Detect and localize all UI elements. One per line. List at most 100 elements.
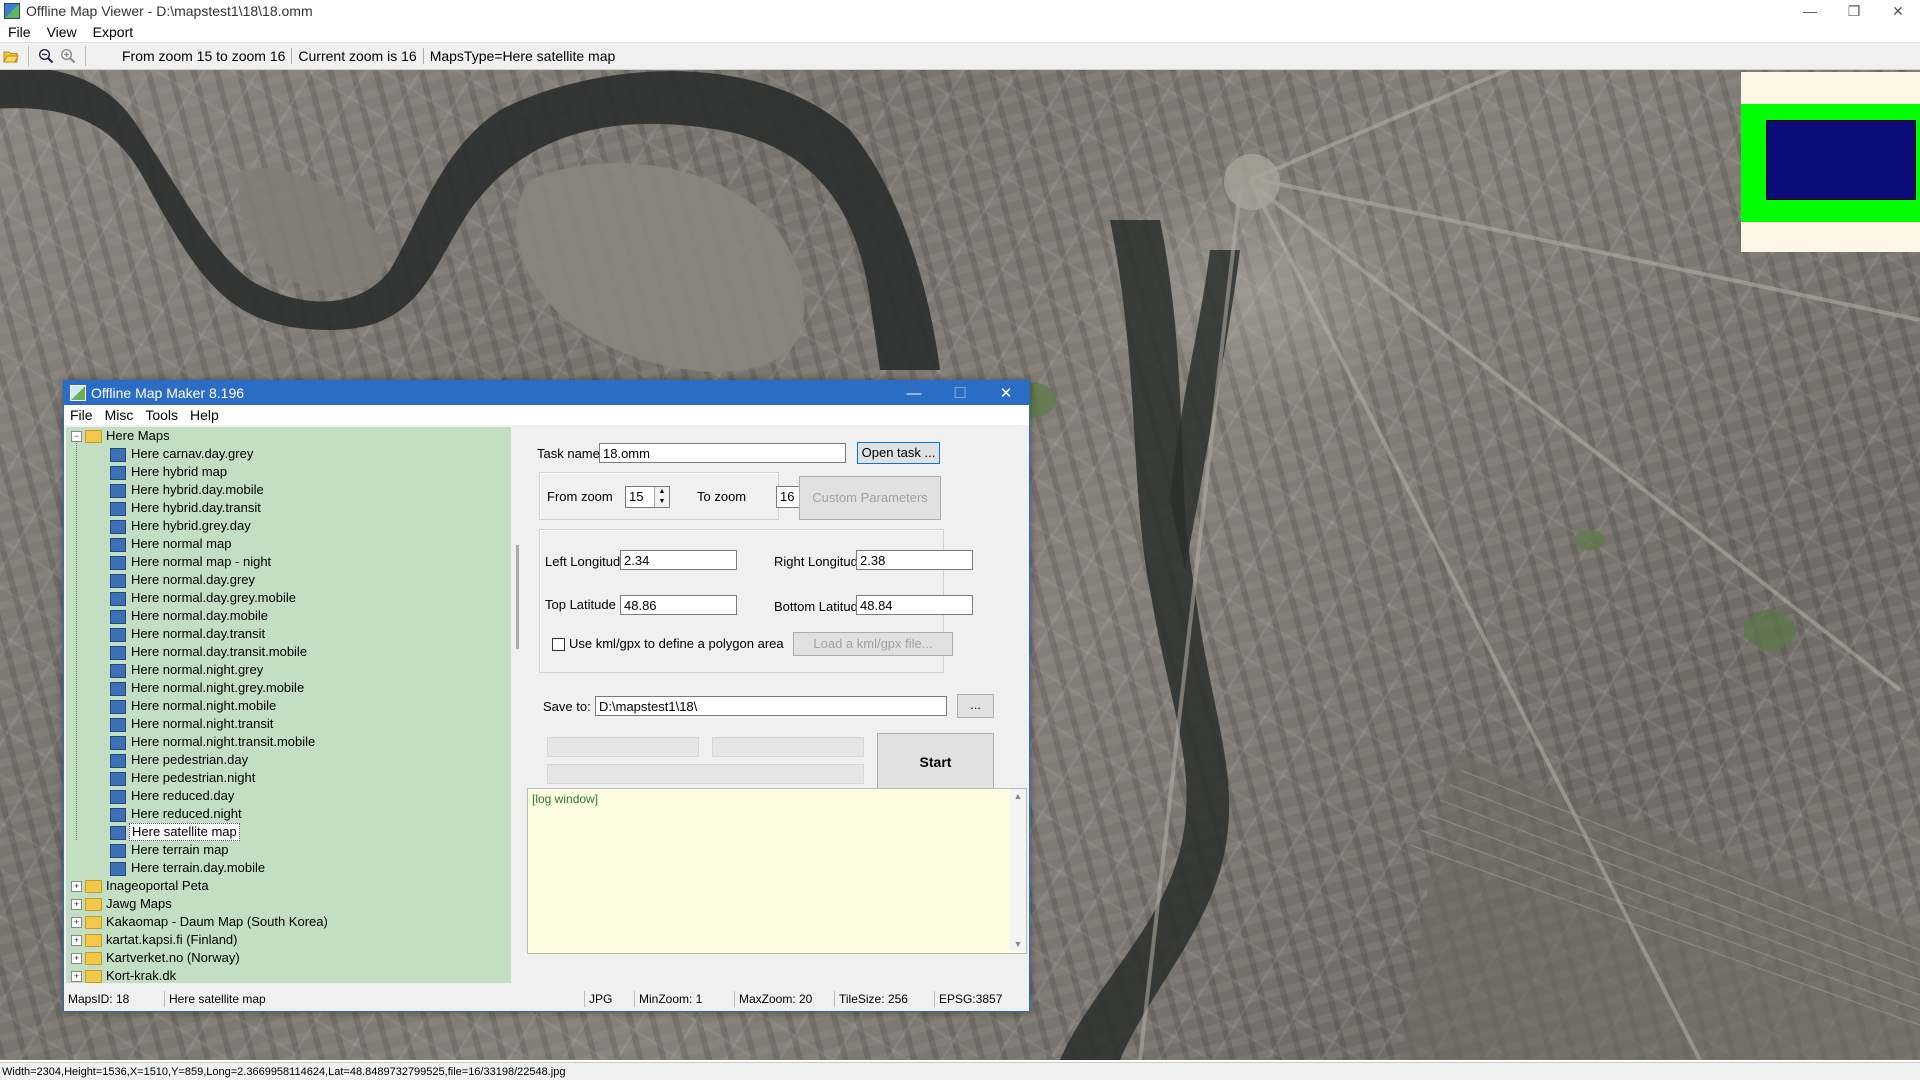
zoom-in-icon[interactable]: [57, 45, 79, 67]
toolbar-separator: [85, 46, 86, 66]
tree-folder[interactable]: + Jawg Maps: [66, 895, 511, 913]
tree-item[interactable]: Here satellite map: [66, 823, 511, 841]
map-layer-icon: [110, 772, 126, 786]
tree-item[interactable]: Here hybrid.day.mobile: [66, 481, 511, 499]
tree-item[interactable]: Here pedestrian.day: [66, 751, 511, 769]
save-to-input[interactable]: D:\mapstest1\18\: [595, 696, 947, 716]
tree-folder[interactable]: + Inageoportal Peta: [66, 877, 511, 895]
tree-item[interactable]: Here normal.night.transit.mobile: [66, 733, 511, 751]
open-folder-icon[interactable]: [0, 45, 22, 67]
right-longitude-input[interactable]: 2.38: [856, 550, 973, 570]
left-longitude-input[interactable]: 2.34: [620, 550, 737, 570]
expand-icon[interactable]: +: [71, 917, 82, 928]
tree-folder[interactable]: + Kort-krak.dk: [66, 967, 511, 983]
main-status-bar: Width=2304,Height=1536,X=1510,Y=859,Long…: [0, 1062, 1920, 1080]
tree-item[interactable]: Here reduced.night: [66, 805, 511, 823]
app-icon: [4, 3, 20, 19]
scroll-up-icon[interactable]: ▲: [1010, 791, 1026, 801]
kml-checkbox[interactable]: [552, 638, 565, 651]
top-latitude-input[interactable]: 48.86: [620, 595, 737, 615]
expand-icon[interactable]: +: [71, 881, 82, 892]
dialog-menu-misc[interactable]: Misc: [99, 407, 140, 423]
tree-folder-label: kartat.kapsi.fi (Finland): [106, 932, 238, 947]
current-zoom-text: Current zoom is 16: [292, 48, 424, 64]
tree-item-label: Here normal.day.transit.mobile: [131, 644, 308, 659]
expand-icon[interactable]: +: [71, 899, 82, 910]
map-layer-icon: [110, 556, 126, 570]
tree-item[interactable]: Here hybrid map: [66, 463, 511, 481]
status-maps-name: Here satellite map: [165, 991, 585, 1007]
map-layer-icon: [110, 520, 126, 534]
tree-item-label: Here normal.night.grey.mobile: [131, 680, 305, 695]
expand-icon[interactable]: +: [71, 971, 82, 982]
tree-item[interactable]: Here terrain.day.mobile: [66, 859, 511, 877]
tree-item-label: Here terrain.day.mobile: [131, 860, 266, 875]
dialog-minimize-button[interactable]: —: [891, 381, 937, 405]
expand-icon[interactable]: +: [71, 953, 82, 964]
open-task-button[interactable]: Open task ...: [857, 442, 940, 464]
tree-item[interactable]: Here normal.night.mobile: [66, 697, 511, 715]
browse-button[interactable]: ...: [957, 694, 994, 718]
scroll-thumb[interactable]: [516, 545, 519, 649]
map-source-tree[interactable]: − Here Maps Here carnav.day.grey Here hyb…: [66, 427, 511, 983]
tree-item[interactable]: Here normal.day.transit.mobile: [66, 643, 511, 661]
close-button[interactable]: ✕: [1876, 0, 1920, 22]
spinner-arrows-icon[interactable]: ▲▼: [654, 487, 669, 507]
from-zoom-value: 15: [629, 489, 644, 504]
tree-item[interactable]: Here normal.day.transit: [66, 625, 511, 643]
menu-file[interactable]: File: [0, 24, 39, 40]
tree-folder[interactable]: + kartat.kapsi.fi (Finland): [66, 931, 511, 949]
tree-item[interactable]: Here normal.night.transit: [66, 715, 511, 733]
start-button[interactable]: Start: [877, 733, 994, 791]
scroll-down-icon[interactable]: ▼: [1010, 939, 1026, 949]
expand-icon[interactable]: +: [71, 935, 82, 946]
tree-item[interactable]: Here normal.night.grey.mobile: [66, 679, 511, 697]
minimize-button[interactable]: —: [1788, 0, 1832, 22]
map-layer-icon: [110, 484, 126, 498]
main-title-bar: Offline Map Viewer - D:\mapstest1\18\18.…: [0, 0, 1920, 22]
map-layer-icon: [110, 574, 126, 588]
tree-folder[interactable]: + Kartverket.no (Norway): [66, 949, 511, 967]
custom-parameters-button[interactable]: Custom Parameters: [799, 476, 941, 520]
zoom-out-icon[interactable]: [35, 45, 57, 67]
tree-folder-label: Kakaomap - Daum Map (South Korea): [106, 914, 328, 929]
progress-bar-total: [547, 764, 864, 784]
dialog-menu-file[interactable]: File: [64, 407, 99, 423]
tree-item[interactable]: Here normal.day.mobile: [66, 607, 511, 625]
dialog-title-bar[interactable]: Offline Map Maker 8.196 — ☐ ✕: [64, 381, 1029, 405]
maximize-button[interactable]: ❐: [1832, 0, 1876, 22]
tree-item-label: Here hybrid map: [131, 464, 228, 479]
tree-item[interactable]: Here normal map: [66, 535, 511, 553]
tree-folder-here-maps[interactable]: − Here Maps: [66, 427, 511, 445]
overview-viewport[interactable]: [1766, 120, 1916, 200]
tree-item[interactable]: Here pedestrian.night: [66, 769, 511, 787]
dialog-close-button[interactable]: ✕: [983, 381, 1029, 405]
menu-view[interactable]: View: [39, 24, 85, 40]
menu-export[interactable]: Export: [85, 24, 141, 40]
tree-scrollbar[interactable]: [515, 427, 521, 983]
tree-folder[interactable]: + Kakaomap - Daum Map (South Korea): [66, 913, 511, 931]
tree-item[interactable]: Here normal.day.grey: [66, 571, 511, 589]
progress-bar-2: [712, 737, 864, 757]
dialog-menu-help[interactable]: Help: [184, 407, 225, 423]
tree-item[interactable]: Here terrain map: [66, 841, 511, 859]
tree-item[interactable]: Here reduced.day: [66, 787, 511, 805]
log-scrollbar[interactable]: ▲ ▼: [1010, 789, 1026, 951]
tree-item[interactable]: Here hybrid.day.transit: [66, 499, 511, 517]
tree-item[interactable]: Here normal map - night: [66, 553, 511, 571]
dialog-menu-tools[interactable]: Tools: [139, 407, 184, 423]
map-layer-icon: [110, 664, 126, 678]
log-window[interactable]: [log window] ▲ ▼: [527, 788, 1027, 954]
from-zoom-spinner[interactable]: 15 ▲ ▼: [625, 486, 670, 508]
collapse-icon[interactable]: −: [71, 431, 82, 442]
bottom-latitude-input[interactable]: 48.84: [856, 595, 973, 615]
task-name-label: Task name: [537, 446, 600, 461]
tree-item[interactable]: Here normal.night.grey: [66, 661, 511, 679]
tree-item[interactable]: Here hybrid.grey.day: [66, 517, 511, 535]
tree-item[interactable]: Here carnav.day.grey: [66, 445, 511, 463]
map-overview-minimap[interactable]: [1741, 72, 1920, 252]
tree-item[interactable]: Here normal.day.grey.mobile: [66, 589, 511, 607]
load-kml-button[interactable]: Load a kml/gpx file...: [793, 632, 953, 656]
zoom-range-text: From zoom 15 to zoom 16: [116, 48, 293, 64]
task-name-input[interactable]: 18.omm: [599, 443, 846, 463]
